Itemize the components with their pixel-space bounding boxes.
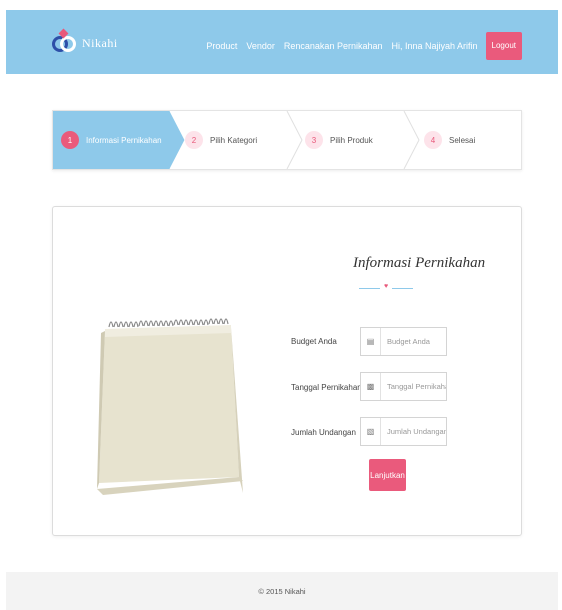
budget-input[interactable]	[381, 337, 446, 346]
wedding-date-label: Tanggal Pernikahan	[291, 383, 362, 392]
step-number: 3	[305, 131, 323, 149]
logout-button[interactable]: Logout	[485, 32, 522, 60]
step-label: Pilih Kategori	[210, 135, 258, 145]
invitation-count-input-group: ▧	[360, 417, 447, 446]
copyright-text: © 2015 Nikahi	[258, 586, 306, 596]
heart-icon: ♥	[384, 283, 389, 290]
invitation-count-label: Jumlah Undangan	[291, 428, 356, 437]
title-divider: ♥	[359, 283, 413, 291]
budget-input-group: ▤	[360, 327, 447, 356]
step-wizard: 1 Informasi Pernikahan 2 Pilih Kategori …	[52, 110, 522, 170]
wedding-info-card: Informasi Pernikahan ♥ Budget Anda ▤ Tan…	[52, 206, 522, 536]
step-number: 1	[61, 131, 79, 149]
brand-name: Nikahi	[82, 35, 118, 50]
step-3[interactable]: 3 Pilih Produk	[305, 111, 373, 169]
nav-link-plan-wedding[interactable]: Rencanakan Pernikahan	[284, 41, 383, 51]
invitation-count-input[interactable]	[381, 427, 446, 436]
logo[interactable]: Nikahi	[52, 28, 118, 57]
continue-button[interactable]: Lanjutkan	[369, 459, 406, 491]
desk-calendar-image	[97, 318, 243, 495]
wedding-date-input-group: ▩	[360, 372, 447, 401]
nav-user-greeting[interactable]: Hi, Inna Najiyah Arifin	[391, 41, 477, 51]
step-number: 4	[424, 131, 442, 149]
budget-label: Budget Anda	[291, 337, 337, 346]
nav-menu: Product Vendor Rencanakan Pernikahan Hi,…	[197, 32, 522, 60]
step-4[interactable]: 4 Selesai	[424, 111, 475, 169]
step-number: 2	[185, 131, 203, 149]
rings-logo-icon	[52, 28, 78, 56]
footer: © 2015 Nikahi	[6, 572, 558, 610]
navbar: Nikahi Product Vendor Rencanakan Pernika…	[6, 10, 558, 74]
nav-link-product[interactable]: Product	[206, 41, 237, 51]
calendar-icon: ▩	[361, 373, 381, 400]
step-1[interactable]: 1 Informasi Pernikahan	[61, 111, 162, 169]
wedding-date-input[interactable]	[381, 382, 446, 391]
invitation-count-icon: ▧	[361, 418, 381, 445]
form-title: Informasi Pernikahan	[353, 255, 486, 271]
step-label: Informasi Pernikahan	[86, 135, 162, 145]
step-label: Pilih Produk	[330, 135, 373, 145]
step-label: Selesai	[449, 135, 476, 145]
money-icon: ▤	[361, 328, 381, 355]
step-2[interactable]: 2 Pilih Kategori	[185, 111, 257, 169]
nav-link-vendor[interactable]: Vendor	[246, 41, 275, 51]
